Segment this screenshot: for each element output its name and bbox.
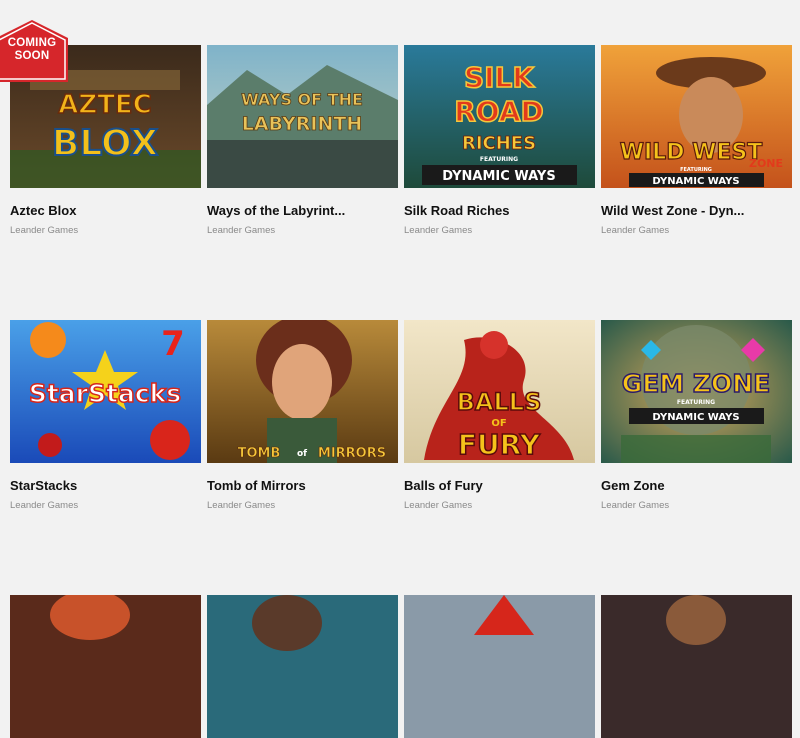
wildwest-logo-dynamic: DYNAMIC WAYS [652,176,739,187]
badge-line-1: COMING [7,37,57,49]
game-provider: Leander Games [601,225,670,236]
game-thumbnail[interactable]: TOMB of MIRRORS [207,320,398,463]
game-title[interactable]: Wild West Zone - Dyn... [601,203,792,218]
game-provider: Leander Games [601,500,670,511]
silk-logo-dynamic: DYNAMIC WAYS [442,169,555,184]
game-card-silk-road-riches[interactable]: SILK ROAD RICHES FEATURING DYNAMIC WAYS … [404,0,595,275]
game-title[interactable]: Aztec Blox [10,203,201,218]
silk-logo-line3: RICHES [462,133,536,154]
fury-logo-line3: FURY [458,428,541,461]
game-thumbnail[interactable] [207,595,398,738]
game-thumbnail[interactable]: GEM ZONE FEATURING DYNAMIC WAYS [601,320,792,463]
game-card-partial-3[interactable] [404,550,595,738]
game-thumbnail[interactable] [404,595,595,738]
tomb-logo-line1: TOMB [238,446,281,461]
fury-logo-line1: BALLS [457,388,542,416]
silk-logo-line1: SILK [464,61,535,94]
labyrinth-logo-line1: WAYS OF THE [241,90,363,109]
game-card-partial-1[interactable] [10,550,201,738]
gemzone-logo-dynamic: DYNAMIC WAYS [652,412,739,423]
game-thumbnail[interactable]: BALLS OF FURY [404,320,595,463]
game-card-balls-of-fury[interactable]: BALLS OF FURY Balls of Fury Leander Game… [404,275,595,550]
coming-soon-badge: COMING SOON [0,20,68,82]
wildwest-logo-zone: ZONE [749,157,783,170]
game-title[interactable]: Gem Zone [601,478,792,493]
tomb-logo-line3: MIRRORS [318,446,386,461]
wildwest-logo-featuring: FEATURING [680,167,712,173]
game-provider: Leander Games [207,225,276,236]
silk-logo-featuring: FEATURING [480,156,518,163]
labyrinth-logo-line2: LABYRINTH [242,113,362,135]
aztec-logo-line1: AZTEC [58,90,152,120]
game-provider: Leander Games [10,225,79,236]
game-thumbnail[interactable]: WAYS OF THE LABYRINTH [207,45,398,188]
game-card-gem-zone[interactable]: GEM ZONE FEATURING DYNAMIC WAYS Gem Zone… [601,275,792,550]
game-thumbnail[interactable]: SILK ROAD RICHES FEATURING DYNAMIC WAYS [404,45,595,188]
game-provider: Leander Games [404,225,473,236]
game-thumbnail[interactable]: WILD WEST ZONE FEATURING DYNAMIC WAYS [601,45,792,188]
game-title[interactable]: Silk Road Riches [404,203,595,218]
game-card-wild-west-zone[interactable]: WILD WEST ZONE FEATURING DYNAMIC WAYS Wi… [601,0,792,275]
tomb-logo-line2: of [297,449,307,459]
game-card-starstacks[interactable]: 7 StarStacks StarStacks Leander Games [10,275,201,550]
game-thumbnail[interactable] [601,595,792,738]
aztec-logo-line2: BLOX [52,123,158,164]
game-grid: AZTEC BLOX Aztec Blox Leander Games WAYS… [10,0,792,738]
game-title[interactable]: Tomb of Mirrors [207,478,398,493]
silk-logo-line2: ROAD [454,95,544,128]
game-title[interactable]: Ways of the Labyrint... [207,203,398,218]
badge-line-2: SOON [14,50,50,62]
game-provider: Leander Games [207,500,276,511]
starstacks-logo: StarStacks [29,379,181,408]
game-title[interactable]: Balls of Fury [404,478,595,493]
game-thumbnail[interactable]: 7 StarStacks [10,320,201,463]
svg-text:7: 7 [161,324,185,364]
game-thumbnail[interactable] [10,595,201,738]
gemzone-logo-featuring: FEATURING [677,399,715,406]
game-card-ways-of-the-labyrinth[interactable]: WAYS OF THE LABYRINTH Ways of the Labyri… [207,0,398,275]
game-provider: Leander Games [10,500,79,511]
game-card-partial-2[interactable] [207,550,398,738]
game-provider: Leander Games [404,500,473,511]
game-card-tomb-of-mirrors[interactable]: TOMB of MIRRORS Tomb of Mirrors Leander … [207,275,398,550]
wildwest-logo-line1: WILD WEST [620,140,763,165]
game-card-partial-4[interactable] [601,550,792,738]
game-title[interactable]: StarStacks [10,478,201,493]
gemzone-logo-line1: GEM ZONE [622,369,771,398]
